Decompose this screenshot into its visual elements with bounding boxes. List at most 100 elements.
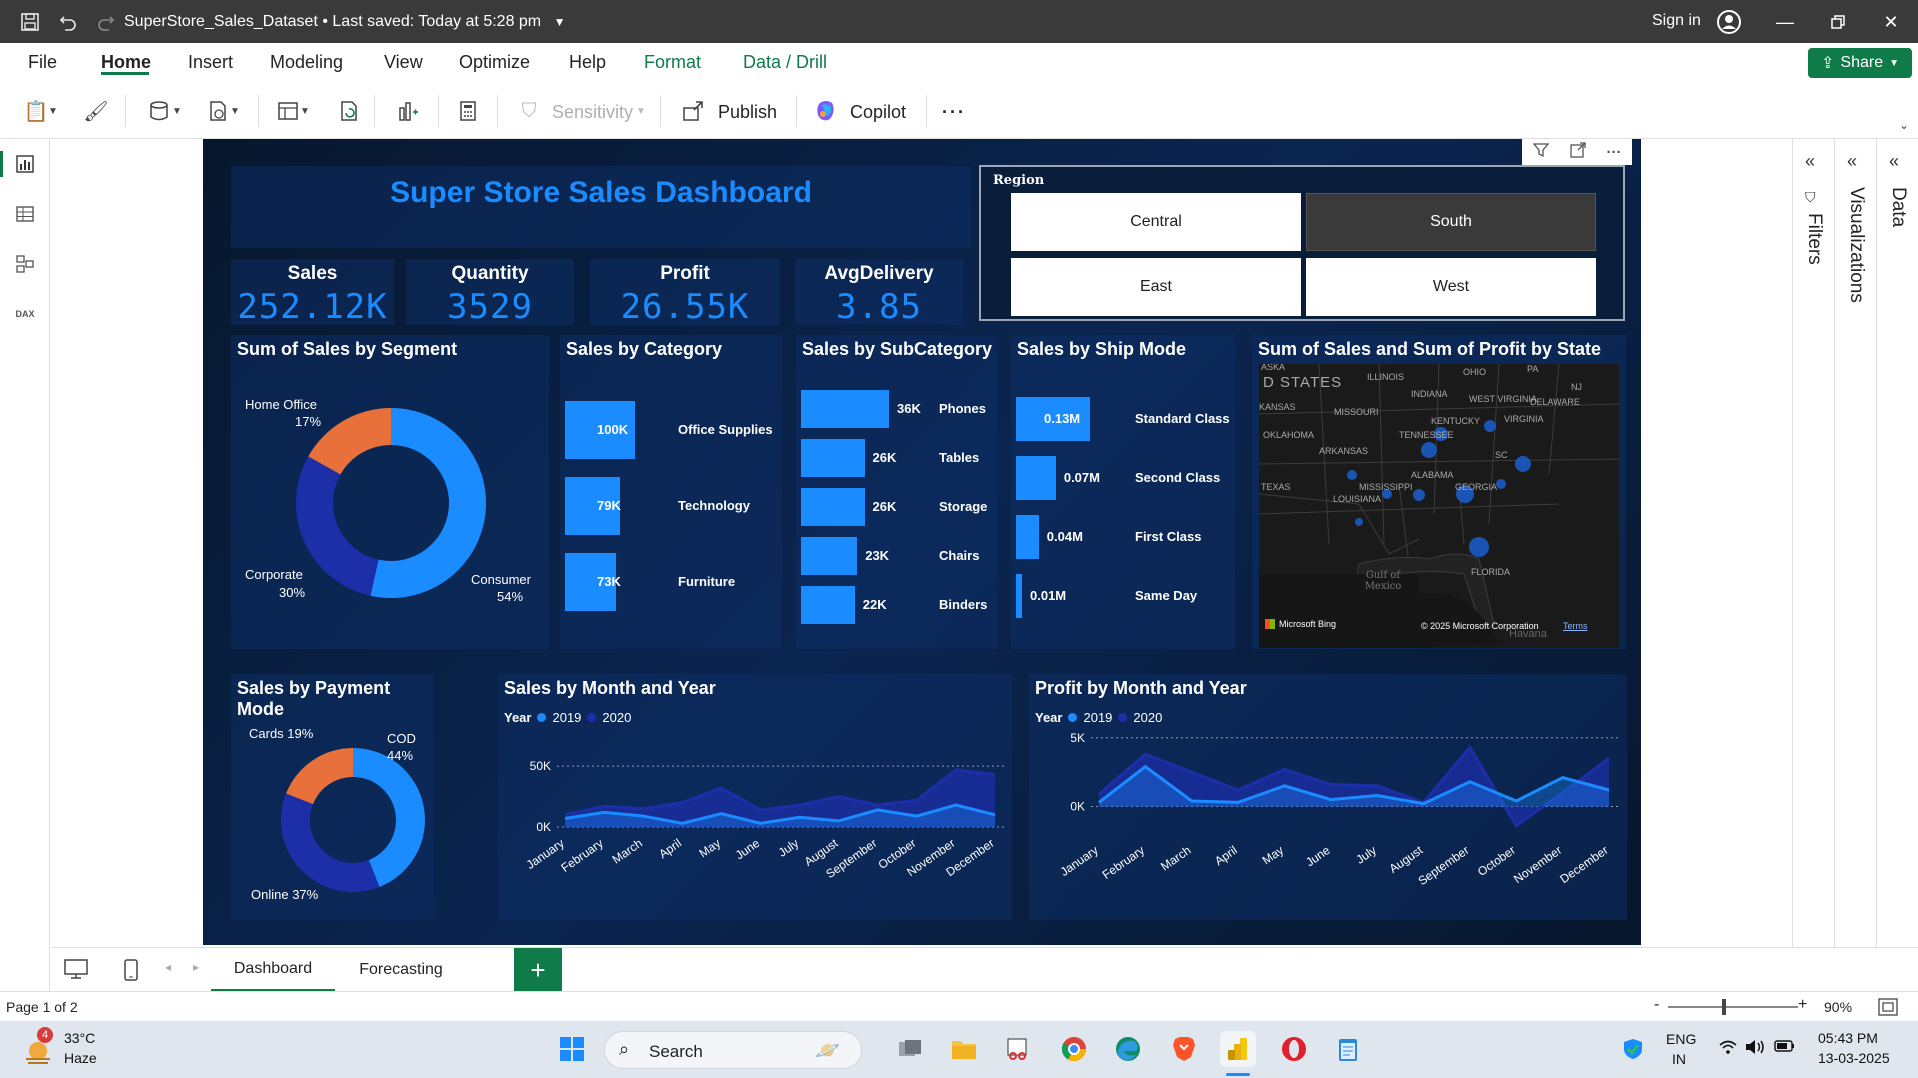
get-data-icon[interactable] <box>145 97 173 125</box>
windows-start-icon[interactable] <box>554 1031 590 1067</box>
edge-icon[interactable] <box>1110 1031 1146 1067</box>
brave-icon[interactable] <box>1166 1031 1202 1067</box>
visualizations-pane[interactable]: « Visualizations <box>1835 139 1877 947</box>
tab-dashboard[interactable]: Dashboard <box>211 948 335 992</box>
bar-binders[interactable] <box>801 586 855 624</box>
zoom-out-button[interactable]: - <box>1654 996 1659 1014</box>
focus-mode-icon[interactable] <box>1569 142 1586 162</box>
weather-widget-icon[interactable]: 4 <box>22 1027 56 1067</box>
slicer-option-south[interactable]: South <box>1306 193 1596 251</box>
sales-month-card[interactable]: Sales by Month and Year Year 2019 2020 5… <box>498 674 1012 920</box>
bar-second-class[interactable] <box>1016 456 1056 500</box>
profit-month-card[interactable]: Profit by Month and Year Year 2019 2020 … <box>1029 674 1627 920</box>
scroll-right-icon[interactable]: ▸ <box>193 960 199 974</box>
chevron-down-icon[interactable]: ▼ <box>46 97 60 125</box>
kpi-profit-card[interactable]: Profit 26.55K <box>590 259 780 327</box>
kpi-avgdelivery-card[interactable]: AvgDelivery 3.85 <box>795 259 963 327</box>
language-indicator[interactable]: ENG <box>1666 1031 1696 1047</box>
bar-chairs[interactable] <box>801 537 858 575</box>
minimize-icon[interactable]: — <box>1770 8 1800 36</box>
weather-temp[interactable]: 33°C <box>64 1030 95 1046</box>
slicer-option-west[interactable]: West <box>1306 258 1596 316</box>
subcategory-bar-card[interactable]: Sales by SubCategory 36K Phones 26K Tables 2… <box>796 335 997 649</box>
battery-icon[interactable] <box>1774 1039 1796 1058</box>
desktop-layout-icon[interactable] <box>63 958 89 985</box>
power-bi-icon[interactable] <box>1220 1031 1256 1067</box>
calculator-icon[interactable] <box>454 97 482 125</box>
wifi-icon[interactable] <box>1718 1039 1738 1060</box>
dashboard-title-card[interactable]: Super Store Sales Dashboard <box>231 166 971 248</box>
region-slicer[interactable]: Region Central South East West <box>979 165 1625 321</box>
chrome-icon[interactable] <box>1056 1031 1092 1067</box>
bar-tables[interactable] <box>801 439 865 477</box>
state-map-card[interactable]: Sum of Sales and Sum of Profit by State … <box>1252 335 1626 649</box>
filters-pane[interactable]: « ⛉ Filters <box>1793 139 1835 947</box>
menu-modeling[interactable]: Modeling <box>270 52 343 73</box>
map-canvas[interactable]: ASKA D STATES ILLINOIS OHIO PA NJ INDIAN… <box>1259 364 1619 648</box>
chevron-down-icon[interactable]: ▼ <box>298 97 312 125</box>
publish-button[interactable]: Publish <box>718 102 777 123</box>
payment-donut-card[interactable]: Sales by Payment Mode Cards 19% COD 44% … <box>231 674 433 920</box>
map-terms-link[interactable]: Terms <box>1563 621 1588 631</box>
dax-query-view-icon[interactable]: DAX <box>12 301 38 327</box>
bar-first-class[interactable] <box>1016 515 1039 559</box>
scroll-left-icon[interactable]: ◂ <box>165 960 171 974</box>
new-visual-icon[interactable] <box>394 97 422 125</box>
zoom-level[interactable]: 90% <box>1824 999 1852 1015</box>
category-bar-card[interactable]: Sales by Category 100K Office Supplies 79K… <box>560 335 782 649</box>
slicer-option-east[interactable]: East <box>1011 258 1301 316</box>
region-indicator[interactable]: IN <box>1672 1051 1686 1067</box>
kpi-quantity-card[interactable]: Quantity 3529 <box>406 259 574 327</box>
chevron-down-icon[interactable]: ▼ <box>228 97 242 125</box>
expand-chevron-icon[interactable]: « <box>1847 151 1857 172</box>
save-icon[interactable] <box>18 10 42 34</box>
menu-help[interactable]: Help <box>569 52 606 73</box>
tab-forecasting[interactable]: Forecasting <box>341 948 461 992</box>
bar-phones[interactable] <box>801 390 889 428</box>
close-icon[interactable]: ✕ <box>1876 8 1906 36</box>
segment-donut-card[interactable]: Sum of Sales by Segment Home Office 17% … <box>231 335 549 649</box>
more-options-button[interactable]: ··· <box>942 102 966 123</box>
opera-icon[interactable] <box>1276 1031 1312 1067</box>
table-view-icon[interactable] <box>12 201 38 227</box>
mobile-layout-icon[interactable] <box>123 958 139 987</box>
shipmode-bar-card[interactable]: Sales by Ship Mode 0.13M Standard Class 0.… <box>1011 335 1235 649</box>
filter-icon[interactable] <box>1532 142 1549 162</box>
bar-same-day[interactable] <box>1016 574 1022 618</box>
weather-desc[interactable]: Haze <box>64 1050 97 1066</box>
kpi-sales-card[interactable]: Sales 252.12K <box>231 259 394 327</box>
zoom-slider-thumb[interactable] <box>1722 999 1726 1015</box>
publish-icon[interactable] <box>680 97 708 125</box>
menu-optimize[interactable]: Optimize <box>459 52 530 73</box>
notepad-icon[interactable] <box>1330 1031 1366 1067</box>
menu-insert[interactable]: Insert <box>188 52 233 73</box>
format-painter-icon[interactable]: 🖌 <box>82 97 110 125</box>
refresh-icon[interactable] <box>335 97 363 125</box>
model-view-icon[interactable] <box>12 251 38 277</box>
menu-format[interactable]: Format <box>644 52 701 73</box>
chevron-down-icon[interactable]: ⌄ <box>1890 111 1918 139</box>
fit-to-page-icon[interactable] <box>1878 998 1898 1019</box>
expand-chevron-icon[interactable]: « <box>1889 151 1899 172</box>
snipping-tool-icon[interactable] <box>1000 1031 1036 1067</box>
window-title[interactable]: SuperStore_Sales_Dataset • Last saved: T… <box>124 13 565 31</box>
file-explorer-icon[interactable] <box>946 1031 982 1067</box>
taskbar-search-box[interactable]: ⌕ Search 🪐 <box>604 1031 862 1069</box>
bar-storage[interactable] <box>801 488 865 526</box>
restore-icon[interactable] <box>1823 8 1853 36</box>
report-view-icon[interactable] <box>12 151 38 177</box>
chevron-down-icon[interactable]: ▼ <box>170 97 184 125</box>
clock-time[interactable]: 05:43 PM <box>1818 1030 1878 1046</box>
volume-icon[interactable] <box>1744 1038 1766 1061</box>
menu-view[interactable]: View <box>384 52 423 73</box>
redo-icon[interactable] <box>94 10 118 34</box>
data-pane[interactable]: « Data <box>1877 139 1918 947</box>
zoom-in-button[interactable]: + <box>1798 996 1807 1014</box>
task-view-icon[interactable] <box>892 1031 928 1067</box>
copilot-icon[interactable] <box>812 97 840 125</box>
clock-date[interactable]: 13-03-2025 <box>1818 1050 1890 1066</box>
more-options-icon[interactable]: ··· <box>1607 144 1622 161</box>
menu-data-drill[interactable]: Data / Drill <box>743 52 827 73</box>
zoom-slider-track[interactable] <box>1668 1006 1798 1008</box>
chevron-down-icon[interactable]: ▼ <box>554 15 566 29</box>
